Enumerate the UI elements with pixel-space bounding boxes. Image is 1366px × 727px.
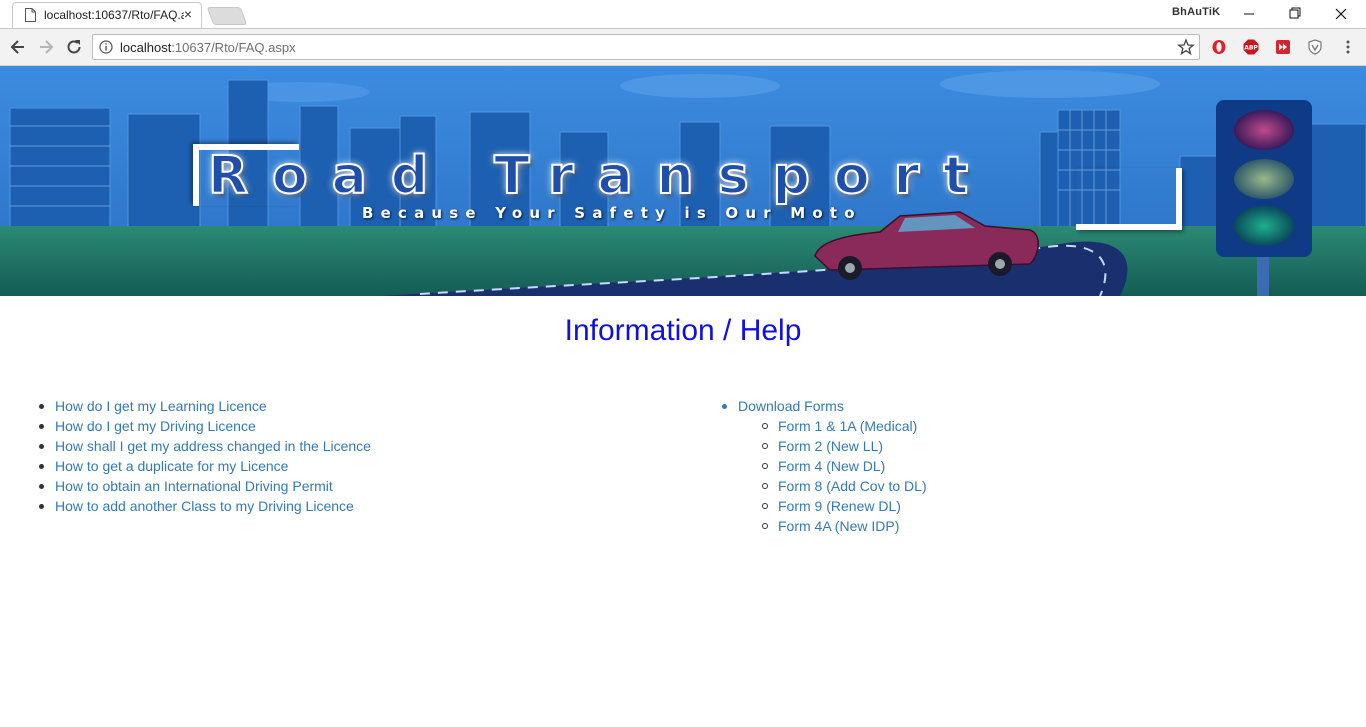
banner-tagline: Because Your Safety is Our Moto: [362, 204, 862, 222]
banner-title: Road Transport: [207, 145, 993, 207]
browser-toolbar: localhost:10637/Rto/FAQ.aspx ABP: [0, 28, 1366, 66]
faq-link-duplicate-licence[interactable]: How to get a duplicate for my Licence: [55, 458, 288, 474]
browser-tab[interactable]: localhost:10637/Rto/FAQ.aspx ×: [12, 2, 202, 28]
url-text[interactable]: localhost:10637/Rto/FAQ.aspx: [120, 40, 296, 55]
url-host: localhost: [120, 40, 172, 55]
faq-item: How do I get my Learning Licence: [38, 396, 371, 416]
faq-link-driving-licence[interactable]: How do I get my Driving Licence: [55, 418, 256, 434]
forms-list: Form 1 & 1A (Medical) Form 2 (New LL) Fo…: [761, 416, 927, 536]
faq-item: How shall I get my address changed in th…: [38, 436, 371, 456]
browser-menu-icon[interactable]: [1342, 39, 1354, 55]
tab-title: localhost:10637/Rto/FAQ.aspx: [44, 8, 184, 22]
opera-extension-icon[interactable]: [1211, 39, 1227, 55]
download-forms-item: Download Forms Form 1 & 1A (Medical) For…: [721, 396, 927, 536]
faq-link-add-class[interactable]: How to add another Class to my Driving L…: [55, 498, 354, 514]
faq-link-international-permit[interactable]: How to obtain an International Driving P…: [55, 478, 333, 494]
faq-column: How do I get my Learning Licence How do …: [38, 396, 371, 516]
minimize-icon[interactable]: [1226, 0, 1272, 28]
shield-extension-icon[interactable]: [1307, 39, 1323, 55]
downloads-column: Download Forms Form 1 & 1A (Medical) For…: [721, 396, 927, 536]
form-item: Form 4A (New IDP): [761, 516, 927, 536]
browser-tab-strip: localhost:10637/Rto/FAQ.aspx × BhAuTiK: [0, 0, 1366, 28]
faq-link-address-change[interactable]: How shall I get my address changed in th…: [55, 438, 371, 454]
forward-arrow-icon[interactable]: [36, 37, 56, 57]
form-link-9[interactable]: Form 9 (Renew DL): [778, 498, 901, 514]
form-item: Form 9 (Renew DL): [761, 496, 927, 516]
url-path: :10637/Rto/FAQ.aspx: [171, 40, 296, 55]
profile-name[interactable]: BhAuTiK: [1172, 6, 1220, 18]
form-item: Form 1 & 1A (Medical): [761, 416, 927, 436]
adblock-plus-icon[interactable]: ABP: [1243, 39, 1259, 55]
page-title: Information / Help: [564, 314, 802, 347]
form-link-8[interactable]: Form 8 (Add Cov to DL): [778, 478, 927, 494]
page-icon: [25, 8, 36, 22]
new-tab-button[interactable]: [206, 7, 248, 25]
faq-item: How to obtain an International Driving P…: [38, 476, 371, 496]
back-arrow-icon[interactable]: [8, 37, 28, 57]
faq-item: How to add another Class to my Driving L…: [38, 496, 371, 516]
reload-icon[interactable]: [64, 37, 84, 57]
address-bar[interactable]: localhost:10637/Rto/FAQ.aspx: [92, 34, 1200, 60]
close-tab-icon[interactable]: ×: [181, 7, 195, 21]
info-icon[interactable]: [99, 40, 113, 54]
downloads-list: Download Forms Form 1 & 1A (Medical) For…: [721, 396, 927, 536]
form-link-2[interactable]: Form 2 (New LL): [778, 438, 883, 454]
close-window-icon[interactable]: [1318, 0, 1364, 28]
header-banner: Road Transport Because Your Safety is Ou…: [0, 66, 1366, 296]
form-link-4[interactable]: Form 4 (New DL): [778, 458, 885, 474]
form-item: Form 8 (Add Cov to DL): [761, 476, 927, 496]
download-forms-link[interactable]: Download Forms: [738, 396, 844, 416]
faq-item: How do I get my Driving Licence: [38, 416, 371, 436]
form-item: Form 2 (New LL): [761, 436, 927, 456]
faq-list: How do I get my Learning Licence How do …: [38, 396, 371, 516]
svg-text:ABP: ABP: [1244, 45, 1258, 52]
form-item: Form 4 (New DL): [761, 456, 927, 476]
video-extension-icon[interactable]: [1275, 39, 1291, 55]
form-link-4a[interactable]: Form 4A (New IDP): [778, 518, 899, 534]
bookmark-star-icon[interactable]: [1177, 38, 1195, 56]
faq-item: How to get a duplicate for my Licence: [38, 456, 371, 476]
restore-icon[interactable]: [1272, 0, 1318, 28]
form-link-1-1a[interactable]: Form 1 & 1A (Medical): [778, 418, 917, 434]
faq-link-learning-licence[interactable]: How do I get my Learning Licence: [55, 398, 267, 414]
